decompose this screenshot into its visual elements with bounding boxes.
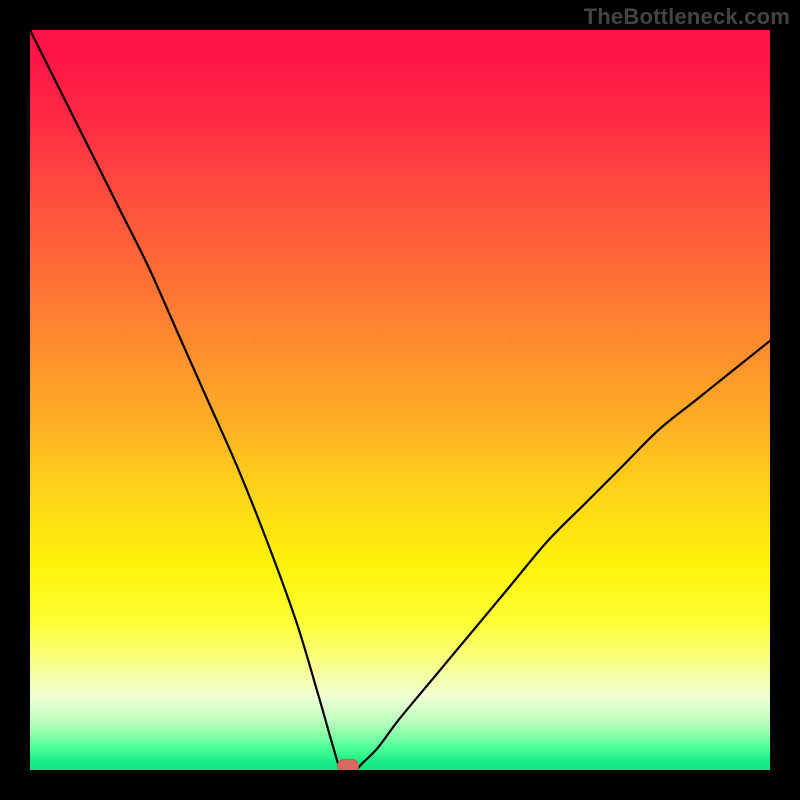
optimum-marker [337,759,359,770]
watermark-text: TheBottleneck.com [584,4,790,30]
bottleneck-curve [30,30,770,770]
chart-frame: TheBottleneck.com [0,0,800,800]
plot-area [30,30,770,770]
